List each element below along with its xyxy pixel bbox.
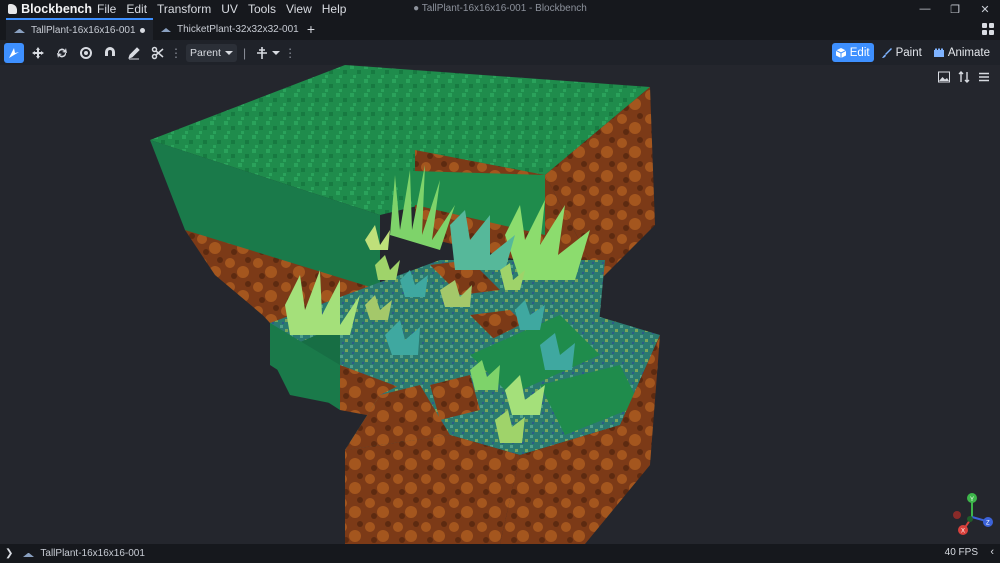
svg-text:Y: Y: [970, 497, 974, 503]
3d-viewport[interactable]: Y X Z: [0, 65, 1000, 544]
mode-edit[interactable]: Edit: [831, 43, 874, 62]
close-button[interactable]: ✕: [970, 0, 1000, 18]
restore-button[interactable]: ❐: [940, 0, 970, 18]
mode-animate[interactable]: Animate: [930, 43, 994, 62]
rotate-tool-icon: [57, 47, 67, 58]
cube-icon: [835, 47, 846, 58]
tab-bar: TallPlant-16x16x16-001 ThicketPlant-32x3…: [0, 18, 1000, 40]
vertex-snap-icon: [105, 46, 115, 56]
model-preview[interactable]: Y X Z: [0, 65, 1000, 544]
view-direction-button[interactable]: [954, 69, 974, 85]
menu-uv[interactable]: UV: [221, 2, 238, 16]
window-controls: — ❐ ✕: [910, 0, 1000, 18]
fps-counter: 40 FPS: [944, 547, 978, 558]
knife-tool-button[interactable]: [148, 43, 168, 63]
draw-tool-icon: [128, 46, 140, 59]
new-tab-button[interactable]: +: [298, 18, 324, 40]
resize-tool-button[interactable]: [28, 43, 48, 63]
tab-label: ThicketPlant-32x32x32-001: [177, 23, 299, 35]
chevron-left-icon[interactable]: ‹: [990, 546, 994, 558]
menu-edit[interactable]: Edit: [126, 2, 147, 16]
hamburger-menu-icon: [979, 72, 989, 82]
toolbar-overflow-icon[interactable]: ⋮: [284, 46, 296, 60]
menu-transform[interactable]: Transform: [157, 2, 211, 16]
rotate-tool-button[interactable]: [52, 43, 72, 63]
image-icon: [938, 71, 950, 83]
mode-label: Animate: [947, 46, 990, 59]
viewport-tools: [934, 69, 994, 85]
mode-label: Edit: [849, 46, 870, 59]
minimize-icon: —: [919, 3, 931, 15]
unsaved-dot-icon: [140, 27, 145, 33]
menu-bar: File Edit Transform UV Tools View Help: [92, 2, 351, 16]
film-icon: [933, 48, 944, 57]
tab-tallplant[interactable]: TallPlant-16x16x16-001: [6, 18, 153, 40]
knife-tool-icon: [151, 46, 164, 59]
pivot-mode-select[interactable]: Parent: [186, 43, 237, 62]
start-screen-grid-icon[interactable]: [982, 23, 994, 35]
tab-thicketplant[interactable]: ThicketPlant-32x32x32-001: [153, 18, 299, 40]
draw-tool-button[interactable]: [124, 43, 144, 63]
move-tool-button[interactable]: [4, 42, 24, 63]
screenshot-button[interactable]: [934, 69, 954, 85]
model-icon: [161, 26, 171, 32]
model-icon: [14, 27, 25, 33]
svg-text:X: X: [961, 529, 965, 535]
mode-selector: Edit Paint Animate: [828, 43, 994, 62]
menu-help[interactable]: Help: [322, 2, 347, 16]
menu-view[interactable]: View: [286, 2, 312, 16]
resize-tool-icon: [32, 46, 44, 59]
close-icon: ✕: [980, 3, 990, 16]
app-name: Blockbench: [21, 2, 92, 16]
pivot-mode-value: Parent: [190, 46, 221, 59]
mode-label: Paint: [895, 46, 922, 59]
toolbar-overflow-icon[interactable]: ⋮: [170, 46, 182, 60]
model-icon: [23, 551, 35, 557]
transform-space-icon: [257, 46, 268, 59]
swap-vertical-icon: [958, 71, 970, 83]
minimize-button[interactable]: —: [910, 0, 940, 18]
status-project-name: TallPlant-16x16x16-001: [40, 548, 145, 559]
mode-paint[interactable]: Paint: [878, 43, 926, 62]
transform-space-button[interactable]: [252, 43, 272, 63]
title-bar: Blockbench File Edit Transform UV Tools …: [0, 0, 1000, 18]
vertex-snap-button[interactable]: [100, 43, 120, 63]
menu-file[interactable]: File: [97, 2, 116, 16]
expand-panel-icon[interactable]: ❯: [5, 548, 13, 559]
move-tool-icon: [9, 47, 19, 58]
chevron-down-icon[interactable]: [272, 50, 281, 55]
app-logo: Blockbench: [8, 2, 92, 16]
toolbar-divider: |: [242, 45, 247, 60]
brush-icon: [881, 47, 892, 58]
orientation-gizmo[interactable]: Y X Z: [953, 493, 993, 535]
pivot-tool-button[interactable]: [76, 43, 96, 63]
blockbench-logo-icon: [8, 4, 18, 14]
svg-text:Z: Z: [986, 521, 990, 527]
viewport-menu-button[interactable]: [974, 69, 994, 85]
restore-icon: ❐: [950, 3, 960, 16]
tab-label: TallPlant-16x16x16-001: [31, 24, 136, 36]
status-bar: ❯ TallPlant-16x16x16-001 40 FPS ‹: [0, 544, 1000, 563]
chevron-down-icon: [224, 50, 233, 55]
menu-tools[interactable]: Tools: [248, 2, 276, 16]
pivot-tool-icon: [80, 46, 92, 59]
